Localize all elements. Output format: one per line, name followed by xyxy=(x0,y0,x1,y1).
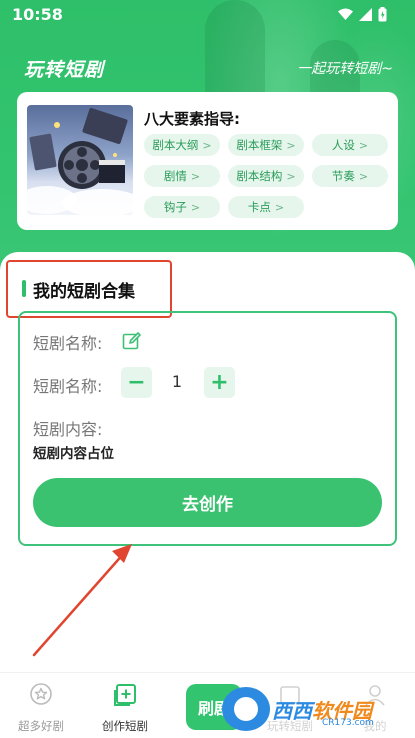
tab-label: 创作短剧 xyxy=(102,719,148,733)
tab-create-drama[interactable]: 创作短剧 xyxy=(90,682,160,734)
add-square-icon xyxy=(114,684,136,706)
site-watermark: 西西 软件园 CR173.com xyxy=(222,684,412,734)
watermark-logo-icon xyxy=(222,687,270,731)
tab-recommended-dramas[interactable]: 超多好剧 xyxy=(6,682,76,734)
annotation-arrow xyxy=(32,544,132,657)
star-badge-icon xyxy=(30,683,52,705)
tab-label: 超多好剧 xyxy=(18,719,64,733)
